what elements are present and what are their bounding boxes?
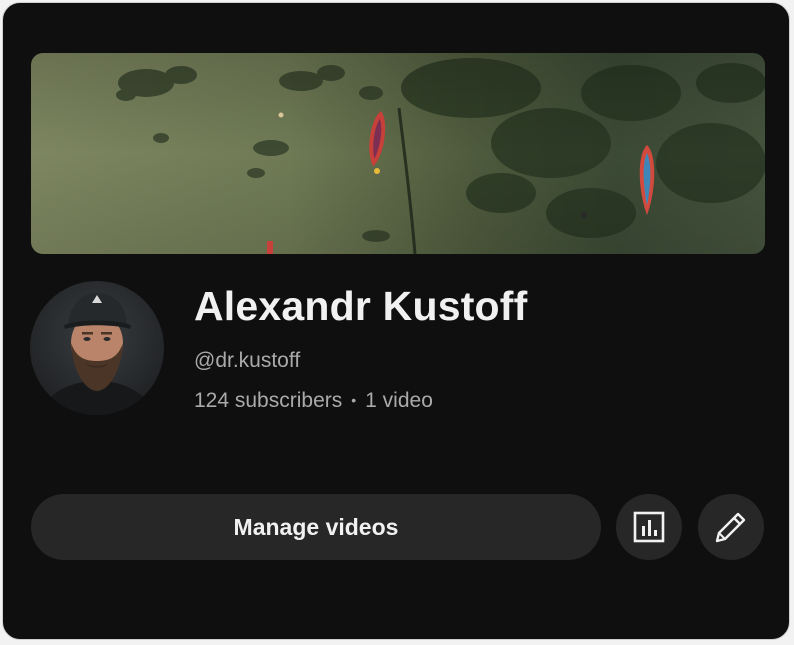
- analytics-button[interactable]: [616, 494, 682, 560]
- subscriber-count: 124 subscribers: [194, 389, 343, 412]
- video-count: 1 video: [365, 389, 433, 412]
- channel-stats: 124 subscribers • 1 video: [194, 389, 433, 413]
- channel-name: Alexandr Kustoff: [194, 283, 528, 329]
- channel-banner: [31, 53, 765, 254]
- channel-avatar[interactable]: [30, 281, 164, 415]
- channel-card: Alexandr Kustoff @dr.kustoff 124 subscri…: [2, 2, 790, 640]
- edit-channel-button[interactable]: [698, 494, 764, 560]
- manage-videos-button[interactable]: Manage videos: [31, 494, 601, 560]
- channel-handle: @dr.kustoff: [194, 349, 301, 372]
- stats-separator: •: [351, 392, 357, 408]
- pencil-icon: [715, 512, 746, 543]
- analytics-icon: [633, 511, 665, 543]
